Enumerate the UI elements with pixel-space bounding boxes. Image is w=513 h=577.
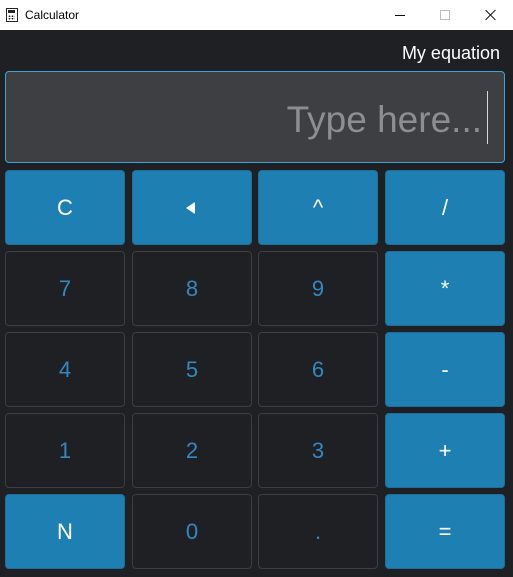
digit-9-button[interactable]: 9 [258, 251, 378, 326]
negate-button[interactable]: N [5, 494, 125, 569]
title-bar: Calculator [0, 0, 513, 30]
close-icon [485, 9, 497, 21]
add-button[interactable]: + [385, 413, 505, 488]
divide-button[interactable]: / [385, 170, 505, 245]
digit-5-button[interactable]: 5 [132, 332, 252, 407]
equation-label: My equation [401, 43, 500, 63]
decimal-button[interactable]: . [258, 494, 378, 569]
digit-0-button[interactable]: 0 [132, 494, 252, 569]
equals-button[interactable]: = [385, 494, 505, 569]
text-caret [487, 91, 488, 144]
digit-3-button[interactable]: 3 [258, 413, 378, 488]
power-button[interactable]: ^ [258, 170, 378, 245]
subtract-button[interactable]: - [385, 332, 505, 407]
multiply-button[interactable]: * [385, 251, 505, 326]
window-title: Calculator [25, 8, 80, 22]
calculator-icon [6, 8, 18, 22]
maximize-icon [440, 10, 450, 20]
digit-6-button[interactable]: 6 [258, 332, 378, 407]
digit-4-button[interactable]: 4 [5, 332, 125, 407]
digit-1-button[interactable]: 1 [5, 413, 125, 488]
maximize-button[interactable] [422, 0, 468, 30]
digit-8-button[interactable]: 8 [132, 251, 252, 326]
backspace-button[interactable] [132, 170, 252, 245]
equation-input[interactable]: Type here... [5, 71, 505, 163]
clear-button[interactable]: C [5, 170, 125, 245]
minimize-button[interactable] [377, 0, 423, 30]
minimize-icon [395, 14, 405, 16]
left-triangle-icon [185, 201, 195, 214]
input-placeholder: Type here... [286, 99, 482, 140]
digit-7-button[interactable]: 7 [5, 251, 125, 326]
close-button[interactable] [468, 0, 513, 30]
digit-2-button[interactable]: 2 [132, 413, 252, 488]
